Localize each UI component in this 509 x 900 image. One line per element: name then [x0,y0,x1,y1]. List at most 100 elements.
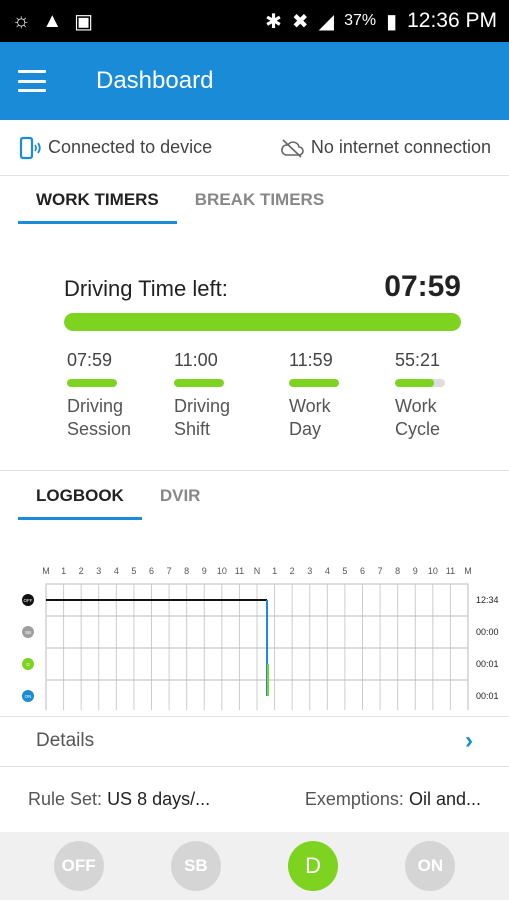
status-dot-label: SB [25,630,31,635]
work-cycle-label-line1: Work [395,396,437,416]
driving-time-progress-fill [64,313,461,331]
hour-label: 7 [378,566,383,576]
device-connected-icon [19,136,41,159]
row-total: 00:01 [476,659,499,669]
warning-icon: ▲ [42,9,63,32]
work-day-label-line1: Work [289,396,331,416]
hour-label: N [254,566,261,576]
hour-label: 2 [290,566,295,576]
work-cycle-timer: 55:21 Work Cycle [395,350,475,441]
driving-session-progress-fill [67,379,117,387]
sleeper-berth-button[interactable]: SB [170,841,221,891]
hour-label: 1 [272,566,277,576]
off-duty-button[interactable]: OFF [53,841,104,891]
status-bar-right: ✱ ✖ ◢ 37% ▮ 12:36 PM [265,9,497,34]
rules-row: Rule Set: US 8 days/... Exemptions: Oil … [0,770,509,828]
screen-icon: ▣ [74,10,94,33]
driving-shift-label-line1: Driving [174,396,231,416]
section-divider [0,716,509,717]
internet-connection-text: No internet connection [310,137,491,157]
tab-logbook[interactable]: LOGBOOK [18,472,142,520]
hour-label: 1 [61,566,66,576]
hour-label: 8 [184,566,189,576]
driving-shift-time: 11:00 [174,350,218,370]
sync-icon: ☼ [12,9,31,32]
hour-label: 9 [413,566,418,576]
work-day-progress-fill [289,379,339,387]
device-connection-status: Connected to device [18,136,212,160]
hour-label: 6 [360,566,365,576]
on-duty-button[interactable]: ON [405,841,456,891]
mute-icon: ✖ [291,10,309,33]
hour-label: 2 [79,566,84,576]
status-bar-left: ☼ ▲ ▣ [12,9,93,34]
signal-icon: ◢ [318,10,335,33]
driving-time-progress [64,313,461,331]
work-cycle-label-line2: Cycle [395,419,441,439]
connection-bar: Connected to device No internet connecti… [0,120,509,176]
hour-label: 7 [167,566,172,576]
work-day-progress [289,379,339,387]
tab-dvir[interactable]: DVIR [142,472,219,520]
internet-connection-status: No internet connection [279,137,491,159]
driving-session-timer: 07:59 Driving Session [67,350,147,441]
rule-set[interactable]: Rule Set: US 8 days/... [28,789,210,810]
row-total: 00:00 [476,627,499,637]
hour-label: 11 [446,566,455,576]
tab-break-timers[interactable]: BREAK TIMERS [177,176,342,224]
hour-label: M [464,566,472,576]
row-total: 00:01 [476,691,499,701]
logbook-graph[interactable]: M 1 2 3 4 5 6 7 8 9 10 11 N 1 2 3 4 5 6 7 8 9 10 11 M OFF 12:34 SB 0… [0,560,509,710]
driving-time-label: Driving Time left: [64,276,228,301]
work-day-time: 11:59 [289,350,333,370]
hour-label: 10 [428,566,438,576]
work-cycle-progress [395,379,445,387]
logbook-graph-svg: M 1 2 3 4 5 6 7 8 9 10 11 N 1 2 3 4 5 6 7 8 9 10 11 M OFF 12:34 SB 0… [22,566,499,710]
driving-button[interactable]: D [288,841,339,891]
work-day-label-line2: Day [289,419,322,439]
exemptions-value: Oil and... [408,788,481,809]
hour-label: 5 [342,566,347,576]
work-day-timer: 11:59 Work Day [289,350,369,441]
hour-label: 6 [149,566,154,576]
driving-shift-label-line2: Shift [174,419,211,439]
work-cycle-time: 55:21 [395,350,441,370]
details-row[interactable]: Details › [0,718,509,764]
status-dot-label: ON [25,694,32,699]
section-divider [0,766,509,767]
hour-label: 11 [235,566,244,576]
hour-label: 3 [307,566,312,576]
cloud-off-icon [280,138,304,158]
driving-session-progress [67,379,117,387]
row-total: 12:34 [476,595,499,605]
page-title: Dashboard [96,67,214,94]
work-timers-panel: Driving Time left: 07:59 07:59 Driving Se… [0,258,509,470]
timer-tabs: WORK TIMERS BREAK TIMERS [18,176,498,224]
driving-session-label-line1: Driving [67,396,124,416]
hour-label: M [42,566,50,576]
status-dot-label: OFF [24,598,33,603]
rule-set-value: US 8 days/... [107,788,211,809]
hour-label: 8 [395,566,400,576]
rule-set-label: Rule Set: [28,788,103,809]
bluetooth-icon: ✱ [265,10,282,33]
logbook-tabs: LOGBOOK DVIR [18,472,498,520]
menu-icon[interactable] [18,70,46,92]
status-bar: ☼ ▲ ▣ ✱ ✖ ◢ 37% ▮ 12:36 PM [0,0,509,42]
driving-shift-timer: 11:00 Driving Shift [174,350,254,441]
work-cycle-progress-fill [395,379,434,387]
exemptions[interactable]: Exemptions: Oil and... [305,789,481,810]
hour-label: 4 [114,566,119,576]
exemptions-label: Exemptions: [304,788,404,809]
driving-shift-label: Driving Shift [174,395,254,441]
driving-session-label-line2: Session [67,419,132,439]
driving-shift-progress-fill [174,379,224,387]
battery-level: 37% [344,12,377,29]
tab-work-timers[interactable]: WORK TIMERS [18,176,177,224]
driving-shift-progress [174,379,224,387]
clock: 12:36 PM [407,9,497,32]
section-divider [0,470,509,471]
details-label: Details [36,730,95,751]
app-bar: Dashboard [0,42,509,120]
work-day-label: Work Day [289,395,369,441]
